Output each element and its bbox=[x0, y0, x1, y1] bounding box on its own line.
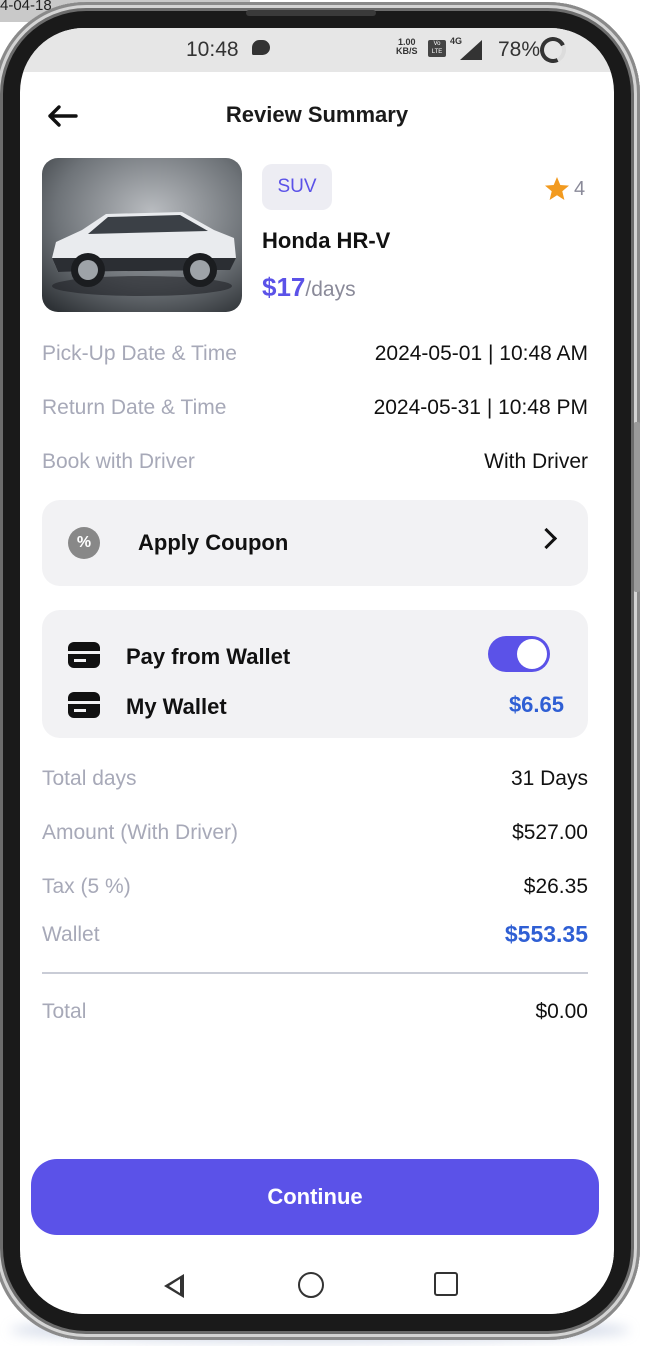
network-speed-unit: KB/S bbox=[396, 46, 418, 56]
price-amount: $17 bbox=[262, 272, 306, 302]
page-title: Review Summary bbox=[225, 102, 409, 127]
wallet-panel: Pay from Wallet My Wallet $6.65 bbox=[42, 610, 588, 738]
nav-home-icon[interactable] bbox=[298, 1272, 324, 1298]
car-name: Honda HR-V bbox=[262, 228, 391, 253]
my-wallet-label: My Wallet bbox=[126, 694, 227, 719]
driver-label: Book with Driver bbox=[42, 450, 195, 473]
nav-back-icon[interactable] bbox=[164, 1274, 184, 1298]
apply-coupon-label: Apply Coupon bbox=[138, 530, 289, 555]
nav-recents-icon[interactable] bbox=[434, 1272, 458, 1296]
volte-icon: Vo LTE bbox=[428, 40, 446, 57]
tax-value: $26.35 bbox=[523, 875, 588, 898]
toggle-knob bbox=[517, 639, 547, 669]
amount-label: Amount (With Driver) bbox=[42, 821, 239, 844]
chevron-right-icon bbox=[535, 527, 558, 550]
continue-button[interactable]: Continue bbox=[31, 1159, 599, 1235]
battery-percent: 78% bbox=[498, 38, 541, 61]
car-image bbox=[42, 158, 242, 312]
android-nav-bar bbox=[20, 1256, 614, 1314]
my-wallet-card-icon bbox=[68, 692, 100, 718]
status-bar: 10:48 1.00 KB/S Vo LTE 4G 78% bbox=[20, 28, 614, 72]
total-days-label: Total days bbox=[42, 767, 137, 790]
amount-value: $527.00 bbox=[512, 821, 588, 844]
network-speed: 1.00 KB/S bbox=[396, 38, 418, 56]
apply-coupon-button[interactable]: % Apply Coupon bbox=[42, 500, 588, 586]
phone-speaker bbox=[246, 10, 376, 16]
return-value: 2024-05-31 | 10:48 PM bbox=[373, 396, 588, 419]
total-label: Total bbox=[42, 1000, 87, 1023]
signal-icon bbox=[460, 40, 482, 60]
volume-button bbox=[634, 422, 640, 592]
battery-icon bbox=[536, 33, 570, 67]
pay-from-wallet-toggle[interactable] bbox=[488, 636, 550, 672]
car-category-badge: SUV bbox=[262, 164, 332, 210]
car-price: $17/days bbox=[262, 272, 356, 303]
percent-icon: % bbox=[68, 527, 100, 559]
wallet-deduction-value: $553.35 bbox=[504, 921, 588, 947]
pickup-value: 2024-05-01 | 10:48 AM bbox=[374, 342, 588, 365]
wallet-card-icon bbox=[68, 642, 100, 668]
car-rating: 4 bbox=[574, 178, 586, 200]
total-value: $0.00 bbox=[535, 1000, 588, 1023]
status-time: 10:48 bbox=[186, 38, 239, 61]
summary-divider bbox=[42, 972, 588, 974]
star-icon bbox=[545, 177, 569, 200]
message-icon bbox=[252, 40, 270, 55]
pay-from-wallet-label: Pay from Wallet bbox=[126, 644, 291, 669]
wallet-balance: $6.65 bbox=[508, 692, 564, 717]
pickup-label: Pick-Up Date & Time bbox=[42, 342, 237, 365]
wallet-deduction-label: Wallet bbox=[42, 923, 100, 946]
tax-label: Tax (5 %) bbox=[42, 875, 131, 898]
phone-screen: 10:48 1.00 KB/S Vo LTE 4G 78% Review Sum… bbox=[20, 28, 614, 1314]
price-unit: /days bbox=[305, 278, 356, 301]
total-days-value: 31 Days bbox=[510, 767, 588, 790]
network-type: 4G bbox=[450, 36, 463, 46]
driver-value: With Driver bbox=[484, 450, 588, 473]
return-label: Return Date & Time bbox=[42, 396, 227, 419]
